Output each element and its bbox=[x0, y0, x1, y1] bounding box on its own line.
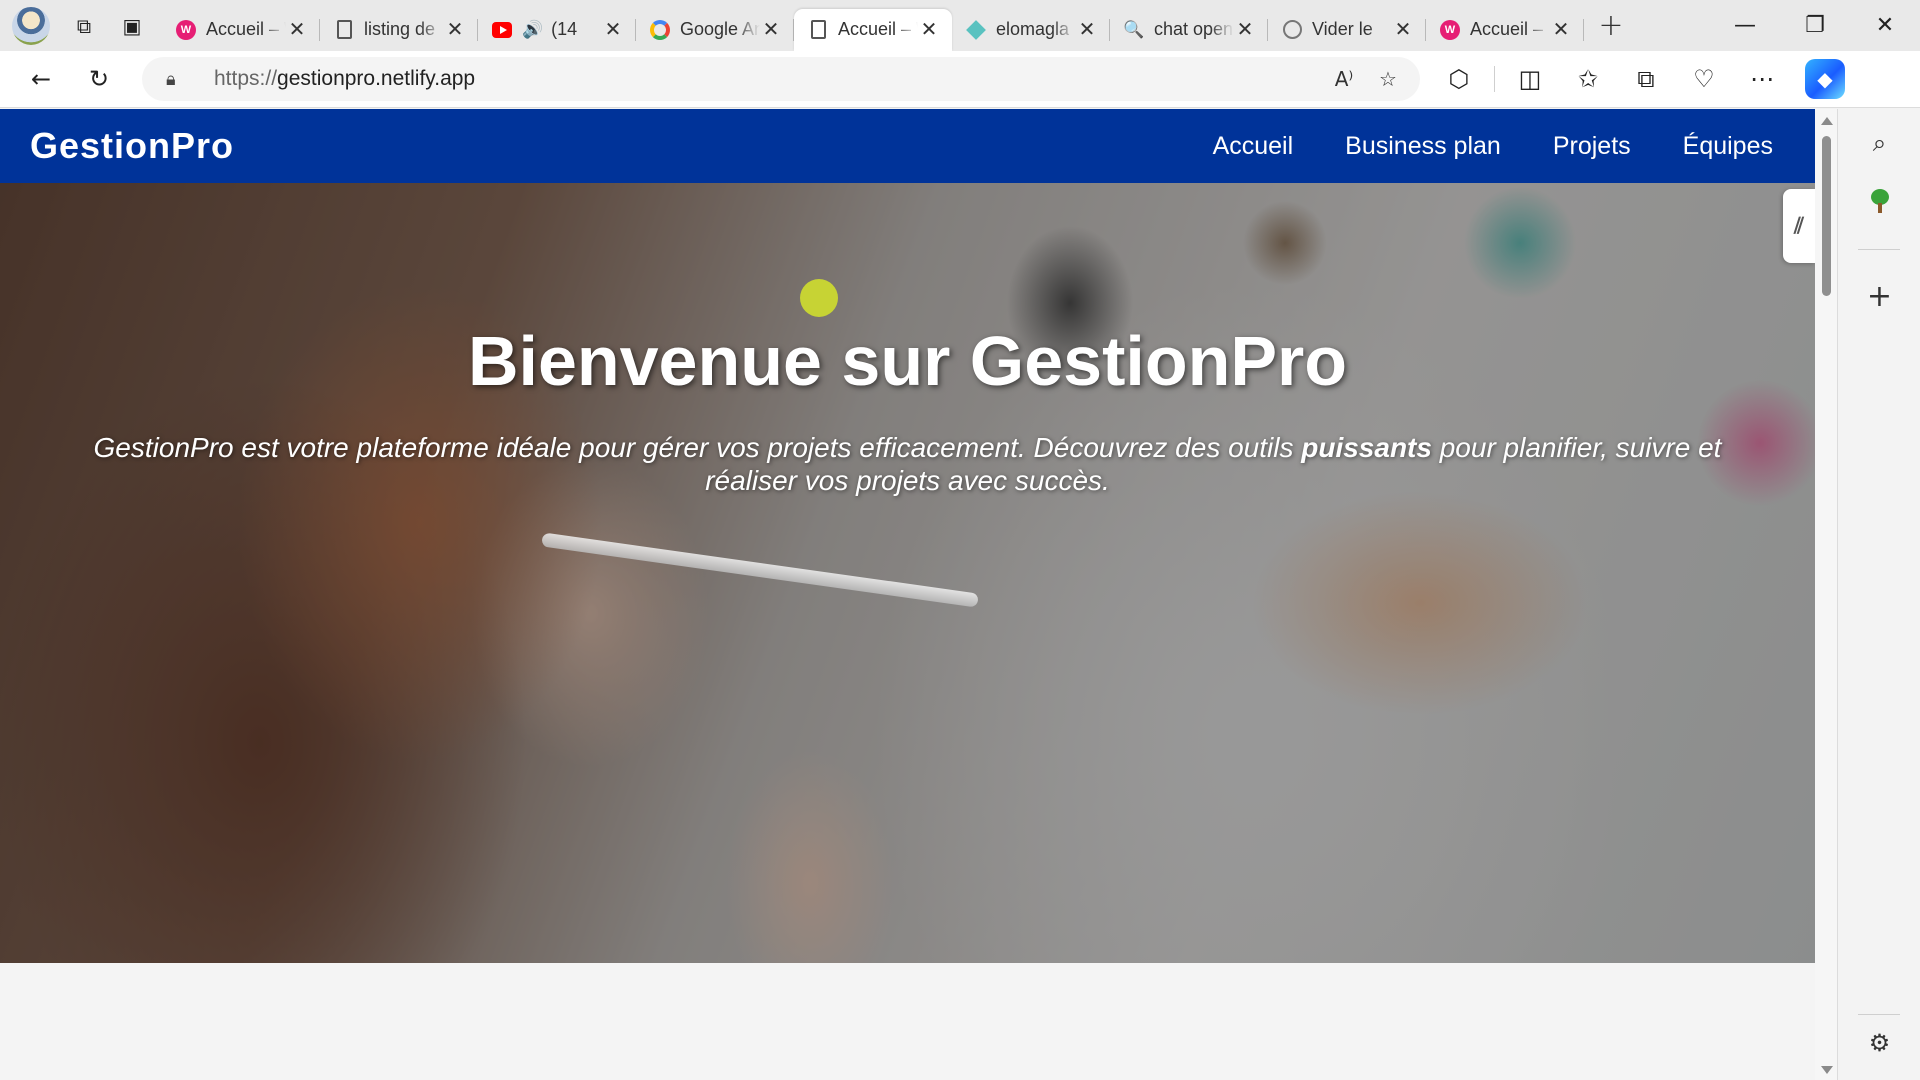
close-tab-icon[interactable]: ✕ bbox=[444, 17, 466, 42]
favorites-icon[interactable]: ✩ bbox=[1559, 55, 1617, 103]
close-tab-icon[interactable]: ✕ bbox=[602, 17, 624, 42]
site-logo[interactable]: GestionPro bbox=[30, 125, 234, 167]
tab-8[interactable]: Vider le ✕ bbox=[1268, 9, 1426, 51]
close-tab-icon[interactable]: ✕ bbox=[1076, 17, 1098, 42]
workspaces-icon[interactable]: ⧉ bbox=[60, 0, 108, 51]
tab-3[interactable]: 🔊 (14 ✕ bbox=[478, 9, 636, 51]
minimize-button[interactable]: — bbox=[1710, 0, 1780, 51]
favorite-star-icon[interactable]: ☆ bbox=[1366, 67, 1410, 91]
diamond-icon bbox=[966, 19, 986, 40]
tab-4[interactable]: Google An ✕ bbox=[636, 9, 794, 51]
new-tab-button[interactable]: + bbox=[1588, 5, 1634, 47]
close-tab-icon[interactable]: ✕ bbox=[1550, 17, 1572, 42]
nav-link-business-plan[interactable]: Business plan bbox=[1345, 132, 1501, 161]
hero-background-pen bbox=[541, 532, 979, 608]
page-viewport: GestionPro Accueil Business plan Projets… bbox=[0, 109, 1815, 1080]
toolbar-divider bbox=[1494, 66, 1495, 92]
lock-icon[interactable]: 🔒︎ bbox=[166, 69, 190, 90]
nav-link-equipes[interactable]: Équipes bbox=[1683, 132, 1773, 161]
search-icon: 🔍 bbox=[1123, 19, 1145, 39]
url-text[interactable]: https://gestionpro.netlify.app bbox=[214, 67, 1322, 91]
site-navbar: GestionPro Accueil Business plan Projets… bbox=[0, 109, 1815, 183]
google-icon bbox=[650, 19, 670, 40]
speaker-icon[interactable]: 🔊 bbox=[522, 20, 543, 40]
scroll-thumb[interactable] bbox=[1822, 136, 1831, 296]
search-icon[interactable]: ⌕ bbox=[1838, 129, 1920, 157]
page-icon bbox=[808, 20, 828, 40]
collections-icon[interactable]: ⧉ bbox=[1617, 55, 1675, 103]
hero-description: GestionPro est votre plateforme idéale p… bbox=[93, 432, 1722, 496]
browser-toolbar: ← ↻ 🔒︎ https://gestionpro.netlify.app A⁾… bbox=[0, 51, 1920, 108]
restore-button[interactable]: ❐ bbox=[1780, 0, 1850, 51]
hero-title: Bienvenue sur GestionPro bbox=[467, 322, 1348, 400]
more-menu-icon[interactable]: ⋯ bbox=[1733, 55, 1791, 103]
close-tab-icon[interactable]: ✕ bbox=[918, 17, 940, 42]
profile-avatar[interactable] bbox=[12, 6, 50, 45]
copilot-icon[interactable]: ◆ bbox=[1805, 59, 1845, 99]
nav-link-projets[interactable]: Projets bbox=[1553, 132, 1631, 161]
scroll-down-arrow[interactable] bbox=[1821, 1066, 1833, 1074]
chatgpt-icon bbox=[1282, 20, 1302, 40]
vertical-tabs-icon[interactable]: ▣ bbox=[108, 0, 156, 51]
tab-2[interactable]: listing de ✕ bbox=[320, 9, 478, 51]
close-tab-icon[interactable]: ✕ bbox=[286, 17, 308, 42]
refresh-button[interactable]: ↻ bbox=[70, 55, 128, 103]
tab-7[interactable]: 🔍 chat open ✕ bbox=[1110, 9, 1268, 51]
sidebar-divider bbox=[1858, 1014, 1900, 1015]
sidebar-divider bbox=[1858, 249, 1900, 250]
nav-link-accueil[interactable]: Accueil bbox=[1213, 132, 1294, 161]
close-tab-icon[interactable]: ✕ bbox=[760, 17, 782, 42]
browser-sidebar: ⌕ + ⚙ bbox=[1837, 109, 1920, 1080]
settings-gear-icon[interactable]: ⚙ bbox=[1838, 1029, 1920, 1057]
page-icon bbox=[334, 20, 354, 40]
browser-essentials-icon[interactable]: ♡ bbox=[1675, 55, 1733, 103]
wordpress-icon: W bbox=[1440, 19, 1460, 40]
side-panel-handle[interactable]: ⫽ bbox=[1783, 189, 1815, 263]
tab-strip: ⧉ ▣ W Accueil – W ✕ listing de ✕ 🔊 (14 ✕… bbox=[0, 0, 1920, 51]
tab-9[interactable]: W Accueil – ✕ bbox=[1426, 9, 1584, 51]
split-screen-icon[interactable]: ◫ bbox=[1501, 55, 1559, 103]
close-window-button[interactable]: ✕ bbox=[1850, 0, 1920, 51]
tab-1[interactable]: W Accueil – W ✕ bbox=[162, 9, 320, 51]
close-tab-icon[interactable]: ✕ bbox=[1234, 17, 1256, 42]
wordpress-icon: W bbox=[176, 19, 196, 40]
hero-background-image bbox=[800, 279, 838, 317]
tree-icon[interactable] bbox=[1838, 189, 1920, 213]
back-button[interactable]: ← bbox=[12, 55, 70, 103]
read-aloud-icon[interactable]: A⁾ bbox=[1322, 67, 1366, 91]
close-tab-icon[interactable]: ✕ bbox=[1392, 17, 1414, 42]
page-scrollbar[interactable] bbox=[1815, 109, 1837, 1080]
address-bar[interactable]: 🔒︎ https://gestionpro.netlify.app A⁾ ☆ bbox=[142, 57, 1420, 101]
youtube-icon bbox=[492, 20, 512, 40]
hero-section: Bienvenue sur GestionPro GestionPro est … bbox=[0, 183, 1815, 963]
add-sidebar-app-icon[interactable]: + bbox=[1838, 279, 1920, 314]
extensions-icon[interactable]: ⬡ bbox=[1430, 55, 1488, 103]
tab-6[interactable]: elomagla ✕ bbox=[952, 9, 1110, 51]
tab-5-active[interactable]: Accueil – W ✕ bbox=[794, 8, 952, 51]
hero-emphasis: puissants bbox=[1301, 432, 1432, 463]
scroll-up-arrow[interactable] bbox=[1821, 117, 1833, 125]
